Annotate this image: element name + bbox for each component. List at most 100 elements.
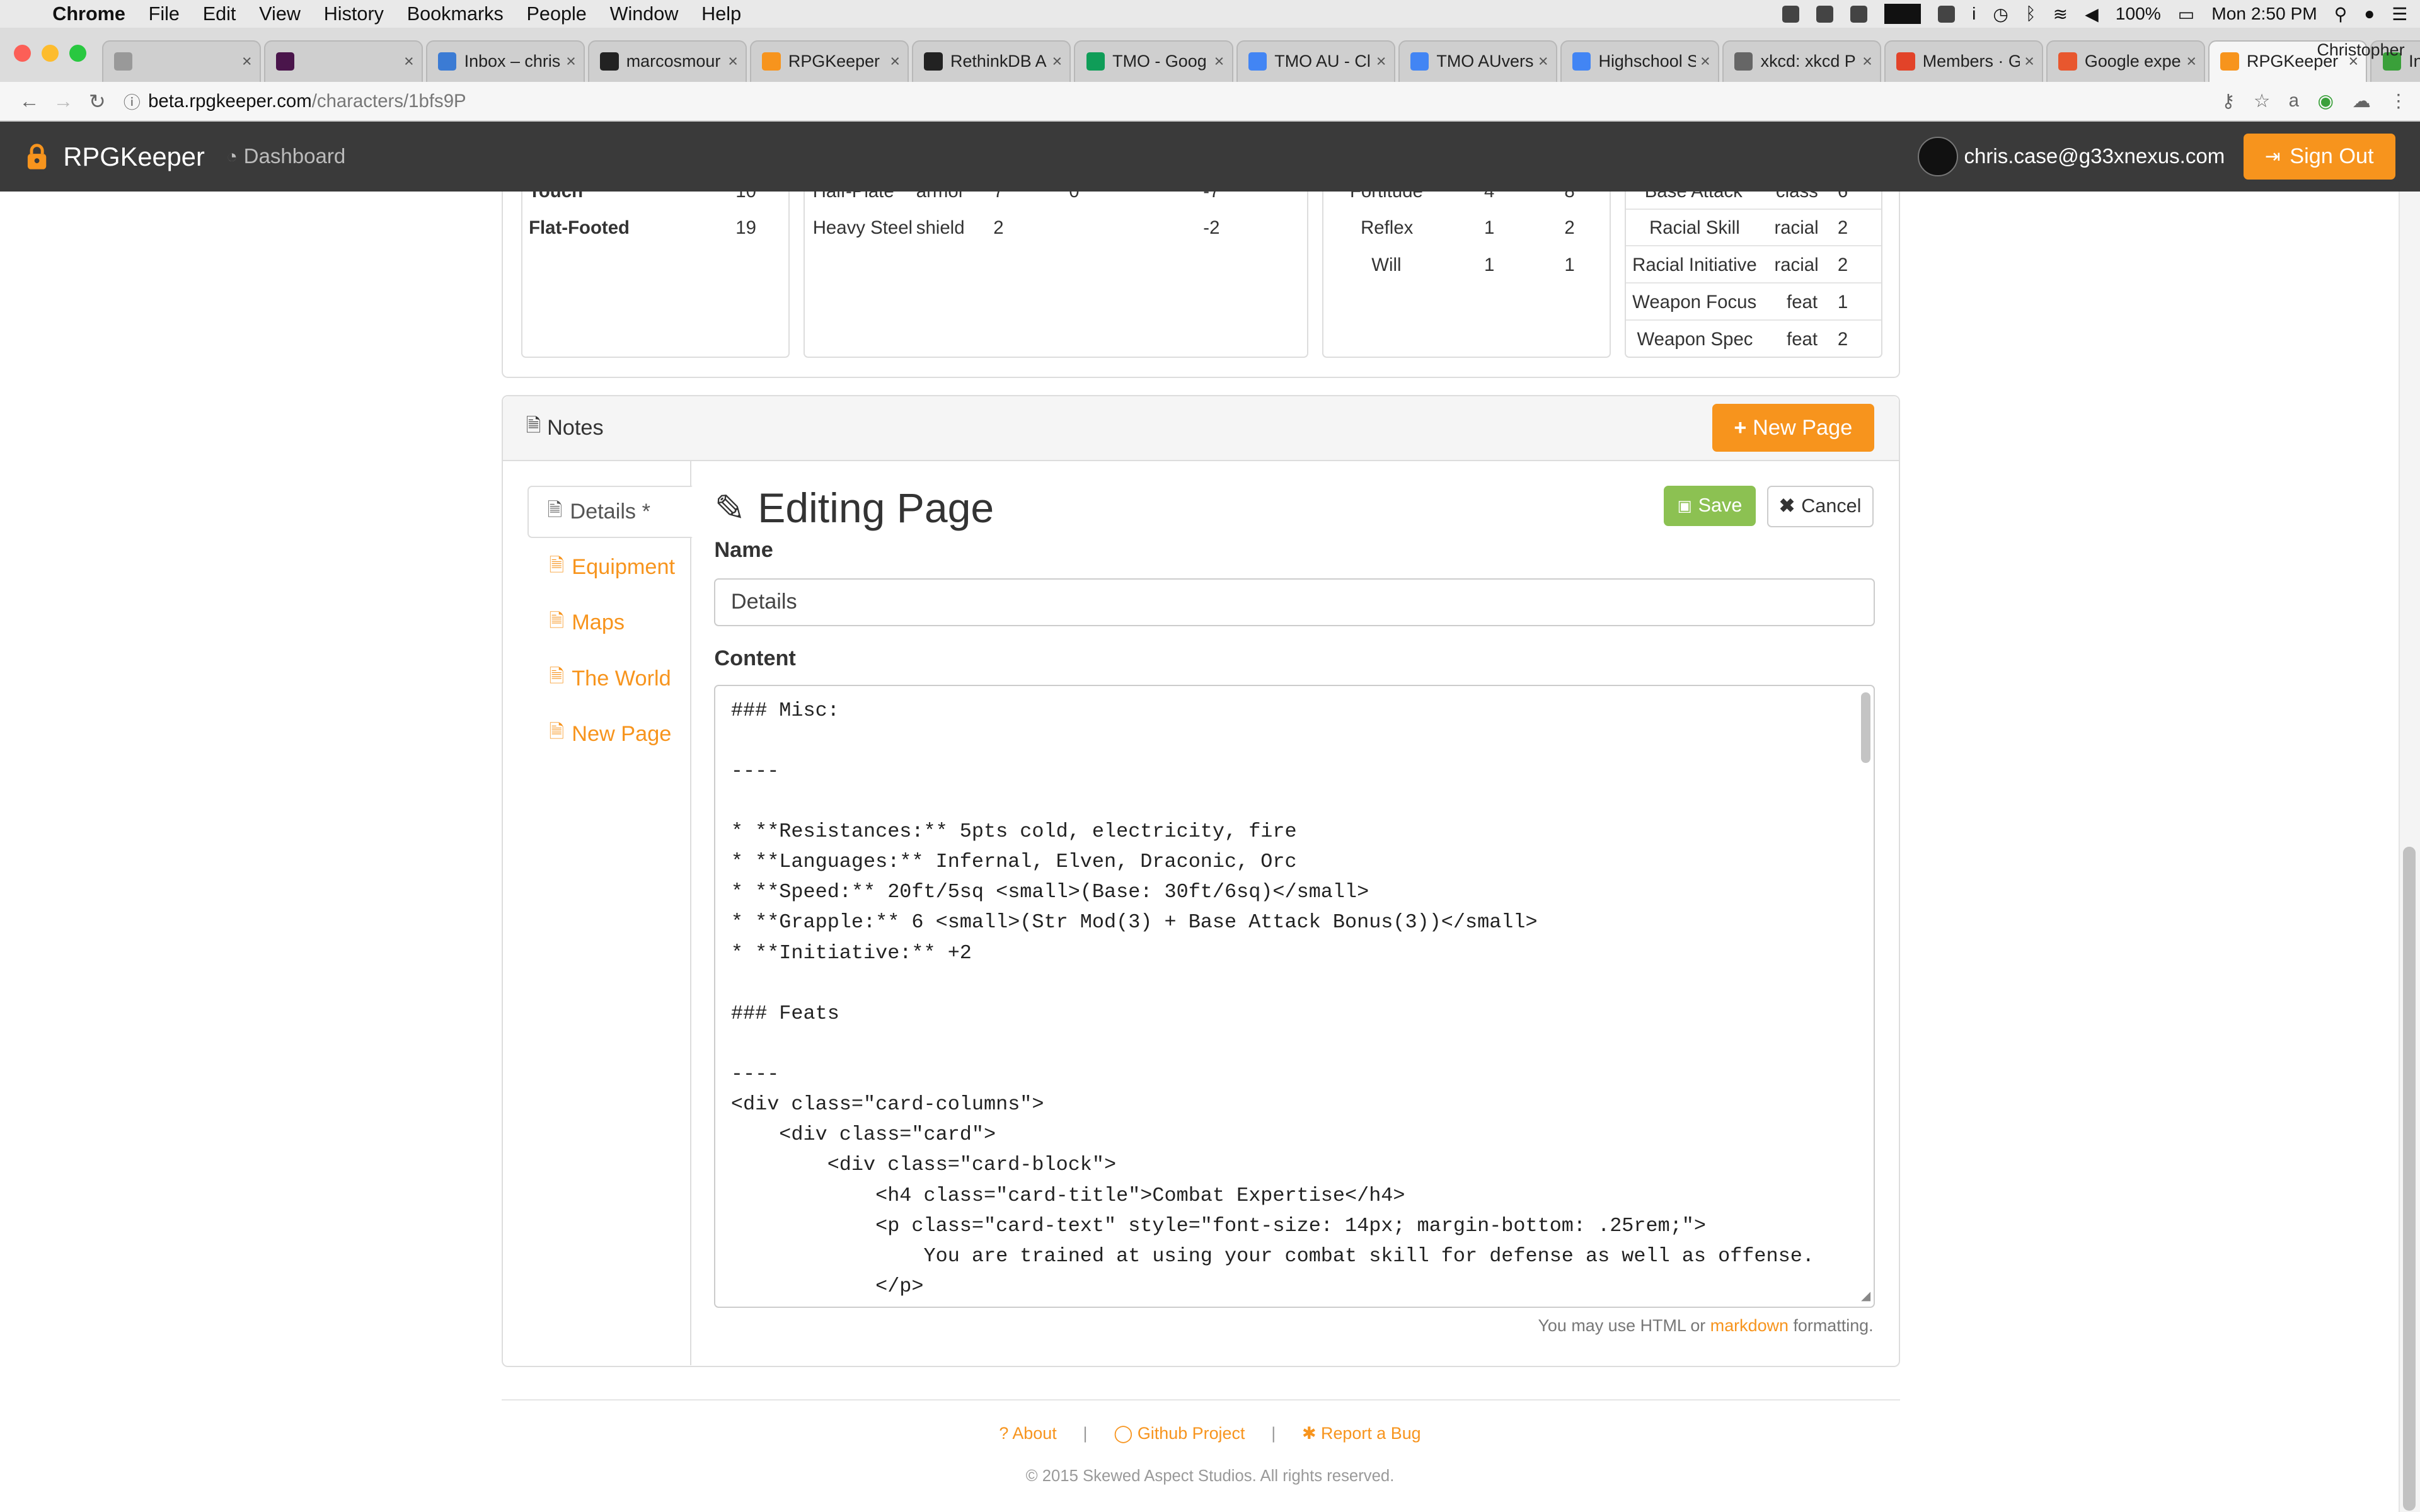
- bonus-value: 6: [1838, 192, 1848, 202]
- browser-tab[interactable]: Members · G ×: [1884, 40, 2044, 82]
- browser-tab[interactable]: xkcd: xkcd P ×: [1722, 40, 1882, 82]
- tab-close-icon[interactable]: ×: [728, 52, 738, 71]
- page-scrollbar-thumb[interactable]: [2403, 847, 2416, 1511]
- resize-grip-icon[interactable]: ◢: [1861, 1288, 1870, 1303]
- browser-tab[interactable]: ×: [263, 40, 423, 82]
- tab-favicon-icon: [1086, 52, 1105, 71]
- tab-close-icon[interactable]: ×: [2186, 52, 2196, 71]
- browser-tab[interactable]: TMO AUvers ×: [1398, 40, 1557, 82]
- tab-close-icon[interactable]: ×: [404, 52, 414, 71]
- page-tab-the-world[interactable]: 🗎 The World: [527, 652, 671, 704]
- dropbox-icon[interactable]: [1816, 5, 1833, 23]
- key-icon[interactable]: ⚷: [2221, 90, 2235, 112]
- page-scrollbar[interactable]: [2398, 191, 2420, 1512]
- content-textarea[interactable]: ### Misc: ---- * **Resistances:** 5pts c…: [714, 684, 1876, 1309]
- browser-tab[interactable]: Google expe ×: [2046, 40, 2206, 82]
- menu-people[interactable]: People: [527, 3, 587, 25]
- browser-tab[interactable]: TMO AU - Cl ×: [1236, 40, 1395, 82]
- browser-tab[interactable]: Highschool S ×: [1560, 40, 1719, 82]
- tab-close-icon[interactable]: ×: [890, 52, 900, 71]
- menu-view[interactable]: View: [259, 3, 301, 25]
- reload-icon[interactable]: ↻: [80, 89, 114, 113]
- save-name: Will: [1371, 255, 1402, 276]
- battery-percent[interactable]: 100%: [2116, 4, 2161, 24]
- textarea-scrollbar[interactable]: [1861, 692, 1871, 764]
- report-bug-link[interactable]: ✱ Report a Bug: [1302, 1424, 1421, 1443]
- tab-close-icon[interactable]: ×: [1214, 52, 1224, 71]
- info-icon[interactable]: i: [1972, 4, 1976, 24]
- save-base: 1: [1484, 255, 1495, 276]
- extension-icon[interactable]: ◉: [2317, 90, 2334, 112]
- page-tab-maps[interactable]: 🗎 Maps: [527, 597, 625, 649]
- profile-name[interactable]: Christopher: [2317, 40, 2404, 60]
- menu-bookmarks[interactable]: Bookmarks: [407, 3, 504, 25]
- time-machine-icon[interactable]: ◷: [1993, 4, 2008, 25]
- brand[interactable]: RPGKeeper: [25, 142, 205, 172]
- browser-tab[interactable]: RethinkDB A ×: [912, 40, 1071, 82]
- tab-close-icon[interactable]: ×: [1862, 52, 1872, 71]
- page-tab-details[interactable]: 🗎 Details *: [527, 485, 693, 539]
- siri-icon[interactable]: ●: [2364, 4, 2375, 24]
- browser-tab[interactable]: Inbox – chris ×: [425, 40, 585, 82]
- cancel-button[interactable]: ✖ Cancel: [1766, 485, 1874, 528]
- wifi-icon[interactable]: ≋: [2053, 4, 2068, 25]
- menu-edit[interactable]: Edit: [203, 3, 236, 25]
- user-menu[interactable]: chris.case@g33xnexus.com: [1918, 136, 2225, 177]
- sign-out-button[interactable]: ⇥ Sign Out: [2243, 133, 2395, 180]
- monitor-icon[interactable]: [1884, 4, 1922, 24]
- menu-app[interactable]: Chrome: [52, 3, 125, 25]
- notification-center-icon[interactable]: ☰: [2392, 4, 2407, 25]
- clock[interactable]: Mon 2:50 PM: [2211, 4, 2317, 24]
- document-icon: 🗎: [526, 415, 541, 437]
- menu-help[interactable]: Help: [701, 3, 741, 25]
- tab-favicon-icon: [1734, 52, 1753, 71]
- browser-tab[interactable]: TMO - Goog ×: [1074, 40, 1233, 82]
- row-divider: [1626, 245, 1882, 247]
- github-link[interactable]: ◯ Github Project: [1114, 1424, 1245, 1443]
- cloud-extension-icon[interactable]: ☁: [2352, 90, 2370, 112]
- docker-icon[interactable]: [1850, 5, 1867, 23]
- zoom-window-button[interactable]: [69, 45, 87, 62]
- dashboard-link[interactable]: ◔ Dashboard: [226, 145, 345, 169]
- battery-icon[interactable]: ▭: [2178, 4, 2195, 25]
- bookmark-star-icon[interactable]: ☆: [2254, 90, 2270, 112]
- about-link[interactable]: ? About: [999, 1424, 1056, 1443]
- save-button[interactable]: ▣ Save: [1663, 485, 1756, 526]
- forward-icon[interactable]: →: [46, 89, 80, 113]
- menu-window[interactable]: Window: [610, 3, 679, 25]
- page-tab-new-page[interactable]: 🗎 New Page: [527, 708, 671, 760]
- tab-close-icon[interactable]: ×: [1538, 52, 1548, 71]
- copyright: © 2015 Skewed Aspect Studios. All rights…: [1025, 1467, 1395, 1485]
- tab-close-icon[interactable]: ×: [242, 52, 252, 71]
- tab-favicon-icon: [1896, 52, 1915, 71]
- github-icon: ◯: [1114, 1424, 1138, 1443]
- page-name-input[interactable]: Details: [714, 578, 1876, 626]
- browser-tab[interactable]: ×: [101, 40, 261, 82]
- url-field[interactable]: ⓘ beta.rpgkeeper.com/characters/1bfs9P: [124, 89, 2221, 113]
- volume-icon[interactable]: ◀: [2085, 4, 2099, 25]
- info-icon[interactable]: ⓘ: [124, 89, 141, 113]
- tab-title: TMO AUvers: [1436, 52, 1534, 71]
- creative-cloud-icon[interactable]: [1782, 5, 1799, 23]
- tab-close-icon[interactable]: ×: [1376, 52, 1386, 71]
- close-window-button[interactable]: [14, 45, 31, 62]
- back-icon[interactable]: ←: [13, 89, 47, 113]
- spotlight-icon[interactable]: ⚲: [2334, 4, 2348, 25]
- browser-tab[interactable]: RPGKeeper ×: [750, 40, 909, 82]
- tab-close-icon[interactable]: ×: [1700, 52, 1710, 71]
- bluetooth-icon[interactable]: ᛒ: [2025, 4, 2036, 24]
- minimize-window-button[interactable]: [42, 45, 59, 62]
- chrome-menu-icon[interactable]: ⋮: [2389, 90, 2407, 112]
- new-page-button[interactable]: + New Page: [1712, 404, 1874, 452]
- tab-close-icon[interactable]: ×: [2024, 52, 2034, 71]
- tab-close-icon[interactable]: ×: [1052, 52, 1063, 71]
- browser-tab[interactable]: marcosmour ×: [588, 40, 747, 82]
- tab-close-icon[interactable]: ×: [566, 52, 576, 71]
- menu-history[interactable]: History: [324, 3, 384, 25]
- document-icon: 🗎: [549, 721, 564, 743]
- amazon-extension-icon[interactable]: a: [2289, 90, 2299, 112]
- page-tab-equipment[interactable]: 🗎 Equipment: [527, 541, 675, 593]
- markdown-link[interactable]: markdown: [1710, 1316, 1789, 1335]
- drive-icon[interactable]: [1938, 5, 1956, 23]
- menu-file[interactable]: File: [149, 3, 180, 25]
